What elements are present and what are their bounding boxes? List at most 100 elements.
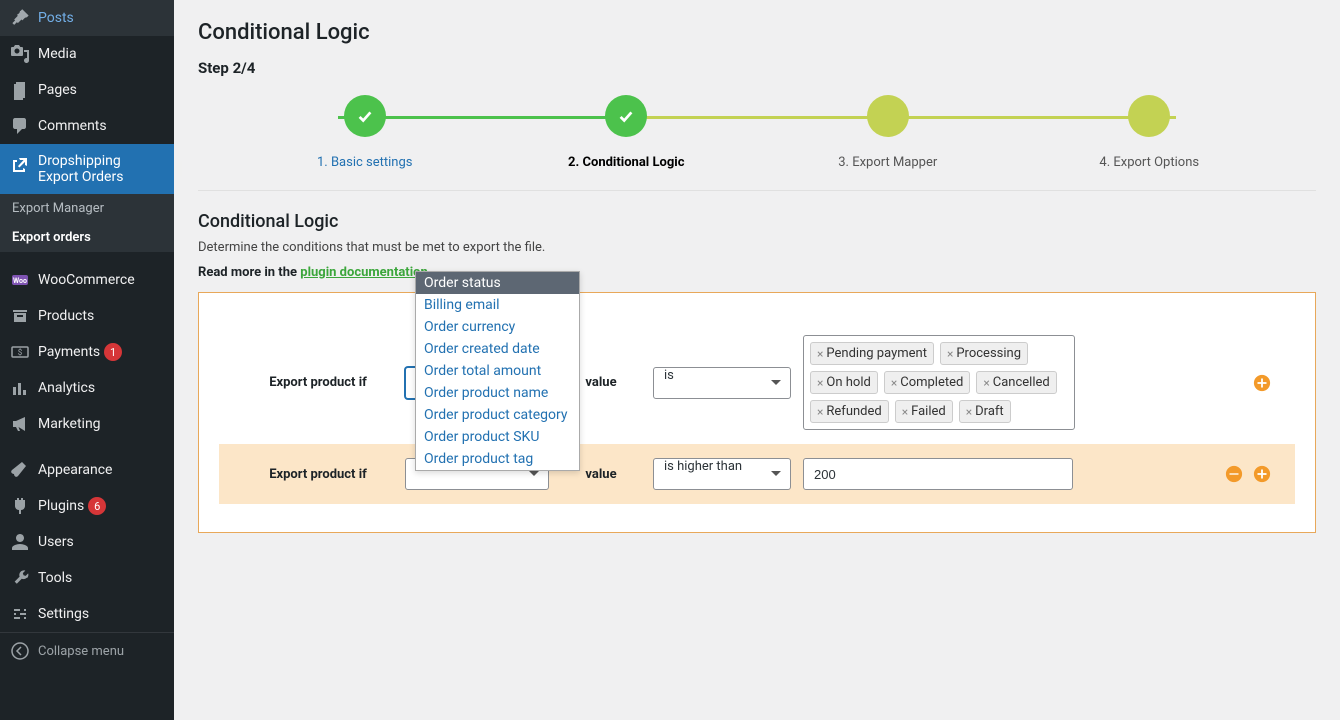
sidebar-item-label: Products <box>38 308 94 324</box>
dropdown-option[interactable]: Order product tag <box>416 448 579 470</box>
page-icon <box>10 80 30 100</box>
sidebar-item-label: Settings <box>38 606 89 622</box>
conditions-container: Export product if Order status value is … <box>198 292 1316 533</box>
collapse-icon <box>10 641 30 661</box>
condition-row: Export product if Order total amount val… <box>219 444 1295 504</box>
sidebar-item-products[interactable]: Products <box>0 298 174 334</box>
step-label: 1. Basic settings <box>317 155 413 170</box>
collapse-label: Collapse menu <box>38 644 124 659</box>
condition-prefix-label: Export product if <box>243 375 393 390</box>
field-dropdown: Order status Billing email Order currenc… <box>415 271 580 471</box>
dropdown-option[interactable]: Order status <box>416 272 579 294</box>
step-conditional-logic[interactable]: 2. Conditional Logic <box>496 95 758 170</box>
chip-remove-icon[interactable]: × <box>966 405 972 419</box>
sidebar-item-label: WooCommerce <box>38 272 135 288</box>
svg-text:$: $ <box>18 348 23 357</box>
sidebar-item-appearance[interactable]: Appearance <box>0 452 174 488</box>
dropdown-option[interactable]: Order created date <box>416 338 579 360</box>
step-done-icon <box>605 95 647 137</box>
sidebar-item-marketing[interactable]: Marketing <box>0 406 174 442</box>
step-done-icon <box>344 95 386 137</box>
add-row-button[interactable] <box>1253 465 1271 483</box>
step-basic-settings[interactable]: 1. Basic settings <box>234 95 496 170</box>
sidebar-item-payments[interactable]: $ Payments 1 <box>0 334 174 370</box>
sidebar-item-media[interactable]: Media <box>0 36 174 72</box>
remove-row-button[interactable] <box>1225 465 1243 483</box>
chip: ×Completed <box>884 371 971 394</box>
sidebar-item-label: Analytics <box>38 380 95 396</box>
sidebar-item-label: Tools <box>38 570 72 586</box>
wrench-icon <box>10 568 30 588</box>
sidebar-item-settings[interactable]: Settings <box>0 596 174 632</box>
collapse-menu[interactable]: Collapse menu <box>0 632 174 669</box>
sidebar-item-label: Dropshipping Export Orders <box>38 153 164 185</box>
brush-icon <box>10 460 30 480</box>
value-input[interactable] <box>803 458 1073 490</box>
megaphone-icon <box>10 414 30 434</box>
dropdown-option[interactable]: Order product SKU <box>416 426 579 448</box>
chip: ×Cancelled <box>976 371 1056 394</box>
sidebar-item-pages[interactable]: Pages <box>0 72 174 108</box>
chip-remove-icon[interactable]: × <box>817 405 823 419</box>
count-badge: 6 <box>88 497 106 515</box>
operator-select[interactable]: is <box>653 367 791 399</box>
sidebar-item-plugins[interactable]: Plugins 6 <box>0 488 174 524</box>
step-pending-icon <box>867 95 909 137</box>
sidebar-item-label: Marketing <box>38 416 101 432</box>
chip-remove-icon[interactable]: × <box>983 376 989 390</box>
step-label: 3. Export Mapper <box>838 155 937 170</box>
chip: ×Draft <box>959 400 1011 423</box>
sidebar-item-users[interactable]: Users <box>0 524 174 560</box>
sidebar-sub-export-manager[interactable]: Export Manager <box>0 194 174 223</box>
docs-link[interactable]: plugin documentation <box>300 265 428 280</box>
chip: ×Failed <box>895 400 953 423</box>
sidebar-item-comments[interactable]: Comments <box>0 108 174 144</box>
readmore-line: Read more in the plugin documentation <box>198 265 1316 280</box>
sidebar-item-dropshipping[interactable]: Dropshipping Export Orders <box>0 144 174 194</box>
value-multiselect[interactable]: ×Pending payment ×Processing ×On hold ×C… <box>803 335 1075 430</box>
dropdown-option[interactable]: Order product category <box>416 404 579 426</box>
sidebar-item-label: Payments <box>38 344 100 360</box>
chip: ×On hold <box>810 371 878 394</box>
plugin-icon <box>10 496 30 516</box>
media-icon <box>10 44 30 64</box>
dropdown-option[interactable]: Order product name <box>416 382 579 404</box>
dropdown-option[interactable]: Order total amount <box>416 360 579 382</box>
step-pending-icon <box>1128 95 1170 137</box>
chip-remove-icon[interactable]: × <box>947 347 953 361</box>
chart-icon <box>10 378 30 398</box>
settings-icon <box>10 604 30 624</box>
page-title: Conditional Logic <box>198 20 1316 45</box>
chip-remove-icon[interactable]: × <box>817 347 823 361</box>
step-export-options[interactable]: 4. Export Options <box>1019 95 1281 170</box>
section-desc: Determine the conditions that must be me… <box>198 240 1316 255</box>
step-counter: Step 2/4 <box>198 59 1316 77</box>
sidebar-item-woocommerce[interactable]: Woo WooCommerce <box>0 262 174 298</box>
operator-select[interactable]: is higher than <box>653 458 791 490</box>
step-label: 4. Export Options <box>1099 155 1199 170</box>
count-badge: 1 <box>104 343 122 361</box>
wizard-stepper: Step 2/4 1. Basic settings 2. Conditiona… <box>198 59 1316 191</box>
sidebar-item-label: Plugins <box>38 498 84 514</box>
sidebar-item-label: Pages <box>38 82 77 98</box>
archive-icon <box>10 306 30 326</box>
sidebar-item-tools[interactable]: Tools <box>0 560 174 596</box>
dropdown-option[interactable]: Billing email <box>416 294 579 316</box>
condition-prefix-label: Export product if <box>243 467 393 482</box>
chip-remove-icon[interactable]: × <box>902 405 908 419</box>
add-row-button[interactable] <box>1253 374 1271 392</box>
condition-row: Export product if Order status value is … <box>219 321 1295 444</box>
sidebar-item-label: Media <box>38 46 77 62</box>
chip-remove-icon[interactable]: × <box>891 376 897 390</box>
chip-remove-icon[interactable]: × <box>817 376 823 390</box>
step-export-mapper[interactable]: 3. Export Mapper <box>757 95 1019 170</box>
sidebar-item-analytics[interactable]: Analytics <box>0 370 174 406</box>
external-icon <box>10 155 30 175</box>
sidebar-item-label: Posts <box>38 10 74 26</box>
main-content: Conditional Logic Step 2/4 1. Basic sett… <box>174 0 1340 720</box>
section-title: Conditional Logic <box>198 211 1316 232</box>
sidebar-item-posts[interactable]: Posts <box>0 0 174 36</box>
pin-icon <box>10 8 30 28</box>
dropdown-option[interactable]: Order currency <box>416 316 579 338</box>
sidebar-sub-export-orders[interactable]: Export orders <box>0 223 174 252</box>
